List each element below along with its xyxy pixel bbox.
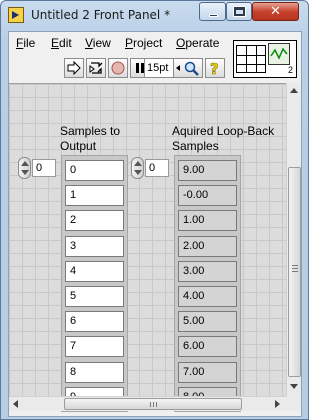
menu-edit[interactable]: Edit xyxy=(51,36,72,50)
run-button[interactable] xyxy=(64,58,84,78)
horizontal-scrollbar[interactable] xyxy=(9,396,286,411)
menu-operate-label: perate xyxy=(185,36,220,50)
array-control-element[interactable]: 6 xyxy=(65,311,124,333)
scroll-right-icon[interactable] xyxy=(275,400,280,408)
vi-connector-pane[interactable]: 2 xyxy=(233,40,297,78)
array-indicator-element: 6.00 xyxy=(178,336,237,358)
samples-to-output-array: 0123456789 xyxy=(61,155,128,412)
menu-project-label: roject xyxy=(133,36,163,50)
aquired-loop-back-label: Aquired Loop-Back Samples xyxy=(172,124,274,154)
menu-edit-label: dit xyxy=(59,36,72,50)
labview-app-icon xyxy=(8,7,24,23)
array-indicator-element: 4.00 xyxy=(178,286,237,307)
help-button[interactable]: ? xyxy=(205,58,225,78)
scroll-left-icon[interactable] xyxy=(13,400,18,408)
menu-project[interactable]: Project xyxy=(125,36,162,50)
connector-pane-icon xyxy=(236,45,266,73)
array-control-element[interactable]: 1 xyxy=(65,185,124,207)
window-frame: Untitled 2 Front Panel * ✕ File Edit Vie… xyxy=(0,0,309,420)
window-title: Untitled 2 Front Panel * xyxy=(31,8,171,22)
search-button[interactable] xyxy=(173,58,203,78)
run-arrow-icon xyxy=(67,60,81,76)
run-continuously-button[interactable] xyxy=(86,58,106,78)
index-value[interactable]: 0 xyxy=(145,159,169,177)
abort-button[interactable] xyxy=(108,58,128,78)
svg-text:?: ? xyxy=(210,60,219,76)
menu-project-accel: P xyxy=(125,36,134,50)
close-button[interactable]: ✕ xyxy=(252,2,299,21)
vi-icon-image xyxy=(268,43,290,65)
aquired-loop-back-label-line2: Samples xyxy=(172,139,219,153)
array-indicator-element: 3.00 xyxy=(178,260,237,282)
abort-icon xyxy=(111,61,125,75)
samples-to-output-index[interactable]: 0 xyxy=(18,157,58,179)
menu-view-label: iew xyxy=(92,36,111,50)
scroll-up-icon[interactable] xyxy=(290,88,298,93)
aquired-loop-back-label-line1: Aquired Loop-Back xyxy=(172,124,275,138)
aquired-loop-back-array: 9.00-0.001.002.003.004.005.006.007.008.0… xyxy=(174,155,241,412)
array-indicator-element: -0.00 xyxy=(178,185,237,207)
menu-view[interactable]: View xyxy=(85,36,111,50)
array-indicator-element: 9.00 xyxy=(178,160,237,181)
scroll-down-icon[interactable] xyxy=(290,384,298,389)
index-value[interactable]: 0 xyxy=(32,159,56,177)
title-bar[interactable]: Untitled 2 Front Panel * ✕ xyxy=(1,1,308,31)
menu-file-label: ile xyxy=(23,36,36,50)
minimize-button[interactable] xyxy=(199,2,226,21)
vertical-scroll-thumb[interactable] xyxy=(288,167,301,377)
menu-operate[interactable]: Operate xyxy=(176,36,219,50)
close-icon: ✕ xyxy=(270,4,281,19)
search-icon xyxy=(176,61,199,76)
array-indicator-element: 7.00 xyxy=(178,361,237,383)
minimize-icon xyxy=(209,14,218,17)
array-control-element[interactable]: 4 xyxy=(65,260,124,282)
help-icon: ? xyxy=(210,60,219,76)
array-indicator-element: 5.00 xyxy=(178,311,237,333)
maximize-icon xyxy=(234,7,245,16)
array-indicator-element: 2.00 xyxy=(178,235,237,257)
vi-icon-number: 2 xyxy=(288,65,294,75)
scrollbar-corner xyxy=(286,396,301,411)
maximize-button[interactable] xyxy=(226,2,252,21)
menu-file[interactable]: File xyxy=(16,36,35,50)
array-control-element[interactable]: 0 xyxy=(65,160,124,181)
run-continuously-icon xyxy=(89,62,103,74)
array-control-element[interactable]: 2 xyxy=(65,210,124,232)
array-indicator-element: 1.00 xyxy=(178,210,237,232)
vi-waveform-icon xyxy=(269,44,289,64)
array-control-element[interactable]: 3 xyxy=(65,235,124,257)
vertical-scrollbar[interactable] xyxy=(286,83,301,396)
array-control-element[interactable]: 8 xyxy=(65,361,124,383)
array-control-element[interactable]: 7 xyxy=(65,336,124,358)
samples-to-output-label: Samples to Output xyxy=(60,124,120,154)
index-spinner-icon[interactable] xyxy=(18,157,31,179)
menu-edit-accel: E xyxy=(51,36,60,50)
front-panel-client: File Edit View Project Operate 15pt ? 2 … xyxy=(8,31,302,417)
horizontal-scroll-thumb[interactable] xyxy=(64,398,242,410)
samples-to-output-label-line2: Output xyxy=(60,139,97,153)
menu-view-accel: V xyxy=(85,36,93,50)
front-panel-canvas[interactable]: Samples to Output 0 0123456789 Aquired L… xyxy=(9,83,286,412)
samples-to-output-label-line1: Samples to xyxy=(60,124,121,138)
index-spinner-icon[interactable] xyxy=(131,157,144,179)
aquired-loop-back-index[interactable]: 0 xyxy=(131,157,171,179)
array-control-element[interactable]: 5 xyxy=(65,286,124,307)
menu-operate-accel: O xyxy=(176,36,186,50)
